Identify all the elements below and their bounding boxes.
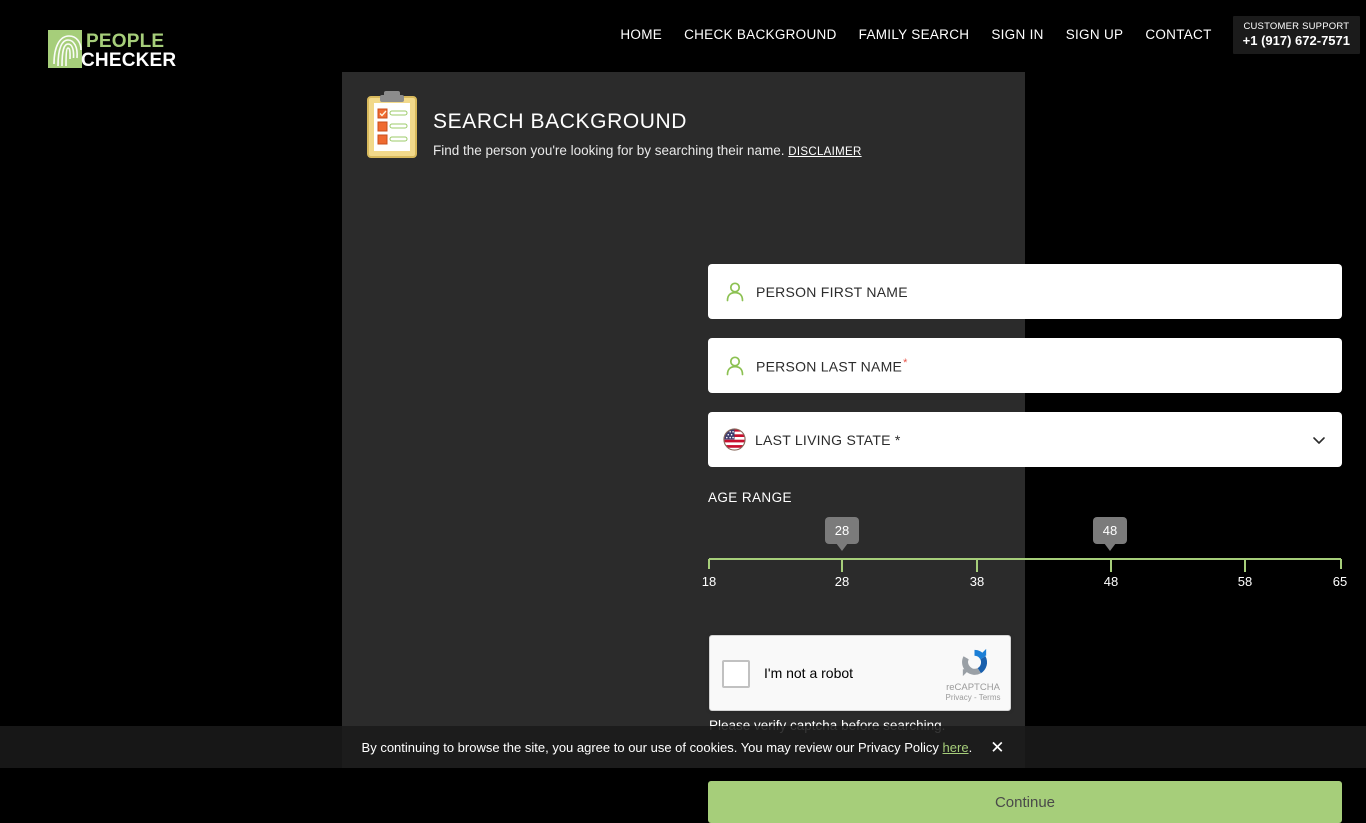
slider-handle-max[interactable]: 48 (1093, 517, 1127, 544)
us-flag-icon (722, 427, 747, 452)
logo-icon: PEOPLE CHECKER (48, 28, 180, 70)
cookie-text: By continuing to browse the site, you ag… (362, 740, 973, 755)
slider-handle-min[interactable]: 28 (825, 517, 859, 544)
last-living-state-select[interactable]: LAST LIVING STATE * (708, 412, 1342, 467)
slider-tick-2: 38 (970, 574, 984, 589)
state-placeholder: LAST LIVING STATE * (755, 432, 901, 448)
slider-tick-0: 18 (702, 574, 716, 589)
slider-tick-1: 28 (835, 574, 849, 589)
card-header: SEARCH BACKGROUND Find the person you're… (366, 89, 862, 160)
nav-item-contact[interactable]: CONTACT (1134, 0, 1222, 69)
slider-tick-5: 65 (1333, 574, 1347, 589)
svg-text:CHECKER: CHECKER (81, 50, 176, 70)
age-range-label: AGE RANGE (708, 490, 792, 505)
first-name-field[interactable]: PERSON FIRST NAME (708, 264, 1342, 319)
close-icon[interactable]: ✕ (990, 739, 1004, 756)
nav-item-check-background[interactable]: CHECK BACKGROUND (673, 0, 848, 69)
person-icon (722, 353, 748, 379)
recaptcha-widget[interactable]: I'm not a robot reCAPTCHA Privacy - Term… (709, 635, 1011, 711)
last-name-placeholder: PERSON LAST NAME* (756, 357, 908, 375)
slider-tick-4: 58 (1238, 574, 1252, 589)
required-marker: * (903, 357, 908, 369)
age-range-slider[interactable]: 28 48 18 28 38 48 58 65 (708, 512, 1342, 592)
person-icon (722, 279, 748, 305)
last-name-field[interactable]: PERSON LAST NAME* (708, 338, 1342, 393)
svg-text:PEOPLE: PEOPLE (86, 31, 164, 52)
chevron-down-icon (1310, 431, 1328, 449)
continue-button[interactable]: Continue (708, 781, 1342, 823)
site-header: PEOPLE CHECKER HOME CHECK BACKGROUND FAM… (0, 0, 1366, 69)
clipboard-icon (366, 89, 418, 159)
main-navigation: HOME CHECK BACKGROUND FAMILY SEARCH SIGN… (609, 0, 1366, 69)
nav-item-sign-in[interactable]: SIGN IN (980, 0, 1054, 69)
customer-support-label: CUSTOMER SUPPORT (1243, 21, 1350, 33)
page-title: SEARCH BACKGROUND (433, 109, 862, 134)
recaptcha-privacy-terms[interactable]: Privacy - Terms (942, 693, 1004, 702)
disclaimer-link[interactable]: DISCLAIMER (788, 146, 861, 158)
slider-tick-3: 48 (1104, 574, 1118, 589)
recaptcha-logo-icon (957, 645, 992, 680)
slider-track (708, 512, 1342, 572)
privacy-policy-link[interactable]: here (943, 740, 969, 755)
page-subtitle: Find the person you're looking for by se… (433, 143, 862, 160)
search-background-card: SEARCH BACKGROUND Find the person you're… (342, 72, 1025, 768)
nav-item-sign-up[interactable]: SIGN UP (1055, 0, 1135, 69)
site-logo[interactable]: PEOPLE CHECKER (24, 14, 156, 56)
nav-item-home[interactable]: HOME (609, 0, 673, 69)
card-header-text: SEARCH BACKGROUND Find the person you're… (433, 89, 862, 160)
recaptcha-checkbox[interactable] (722, 660, 750, 688)
recaptcha-label: I'm not a robot (764, 665, 853, 681)
cookie-consent-banner: By continuing to browse the site, you ag… (0, 726, 1366, 768)
page-subtitle-text: Find the person you're looking for by se… (433, 143, 785, 158)
first-name-placeholder: PERSON FIRST NAME (756, 284, 908, 300)
customer-support-badge[interactable]: CUSTOMER SUPPORT +1 (917) 672-7571 (1233, 16, 1360, 54)
nav-item-family-search[interactable]: FAMILY SEARCH (848, 0, 981, 69)
customer-support-phone: +1 (917) 672-7571 (1243, 33, 1350, 48)
recaptcha-brand: reCAPTCHA (942, 682, 1004, 693)
